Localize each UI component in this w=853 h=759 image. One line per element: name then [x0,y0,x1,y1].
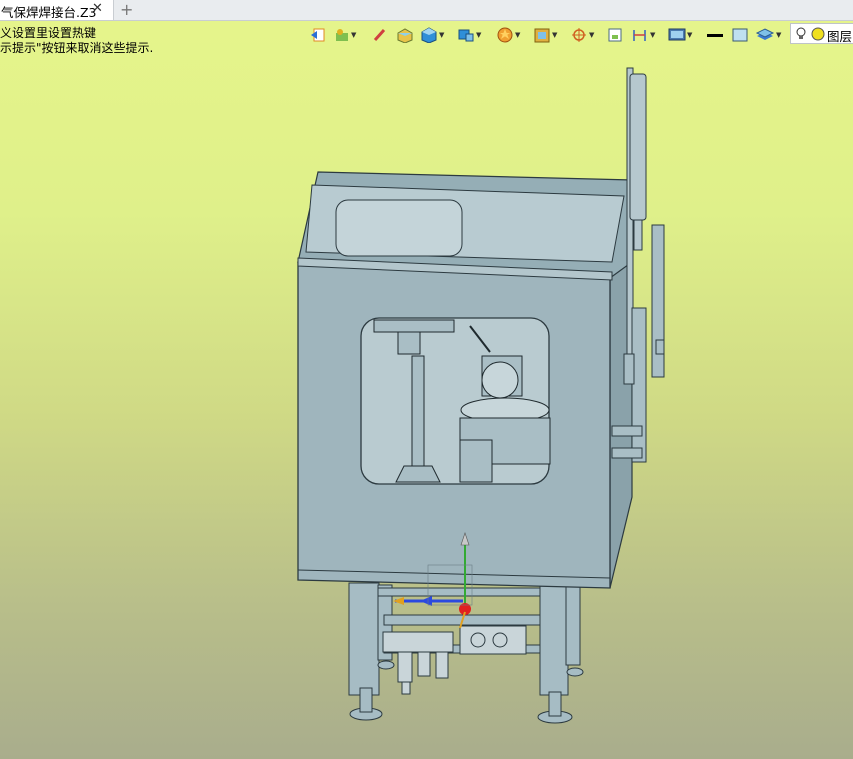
view-toolbar: ▼ ▼ ▼ ▼ ▼ ▼ ▼ ▼ ▼ [300,22,853,48]
hint-line-1: 义设置里设置热键 [0,26,97,40]
dimension-icon[interactable]: ▼ [631,24,655,46]
tab-title: 气保焊焊接台.Z3 [1,5,97,20]
fill-color-icon[interactable] [731,24,749,46]
bulb-icon[interactable] [795,26,807,44]
line-color-icon[interactable] [706,24,724,46]
box-icon[interactable] [396,24,414,46]
welding-table-model[interactable] [0,0,853,759]
select-icon[interactable] [607,24,623,46]
layer-label: 图层 [827,29,853,44]
frame-icon[interactable]: ▼ [533,24,557,46]
filter-regulators [382,625,527,695]
close-icon[interactable]: ✕ [92,1,103,16]
view-cube-icon[interactable]: ▼ [457,24,481,46]
snap-icon[interactable]: ▼ [334,24,356,46]
screen-icon[interactable]: ▼ [668,24,692,46]
layer-color-icon [811,27,825,44]
exit-icon[interactable] [310,24,326,46]
layers-icon[interactable]: ▼ [755,24,781,46]
layer-selector[interactable]: 图层 [790,23,853,44]
shaded-cube-icon[interactable]: ▼ [420,24,444,46]
hint-line-2: 示提示"按钮来取消这些提示. [0,41,154,55]
hint-text: 义设置里设置热键 示提示"按钮来取消这些提示. [0,26,153,56]
tab-document[interactable]: 气保焊焊接台.Z3 ✕ [0,0,114,20]
render-icon[interactable]: ▼ [496,24,520,46]
target-icon[interactable]: ▼ [570,24,594,46]
add-tab-icon[interactable]: + [120,0,133,19]
document-tab-bar: 气保焊焊接台.Z3 ✕ + [0,0,853,21]
pen-icon[interactable] [372,24,388,46]
3d-viewport[interactable]: 气保焊焊接台.Z3 ✕ + 义设置里设置热键 示提示"按钮来取消这些提示. ▼ … [0,0,853,759]
